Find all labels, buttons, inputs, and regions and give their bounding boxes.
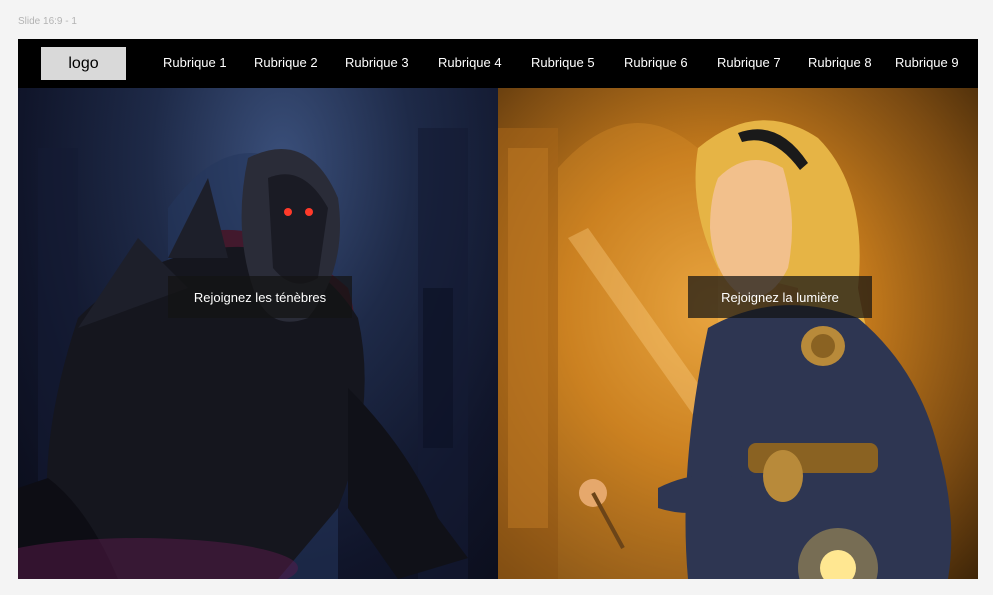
dark-warrior-illustration: [18, 128, 468, 579]
nav-item-rubrique-9[interactable]: Rubrique 9: [895, 55, 959, 70]
light-heroine-illustration: [498, 120, 952, 579]
nav-item-rubrique-5[interactable]: Rubrique 5: [531, 55, 595, 70]
join-light-button[interactable]: Rejoignez la lumière: [688, 276, 872, 318]
nav-item-rubrique-8[interactable]: Rubrique 8: [808, 55, 872, 70]
join-darkness-button[interactable]: Rejoignez les ténèbres: [168, 276, 352, 318]
nav-item-rubrique-3[interactable]: Rubrique 3: [345, 55, 409, 70]
dark-hero-image[interactable]: [18, 88, 498, 579]
slide-frame: logo Rubrique 1 Rubrique 2 Rubrique 3 Ru…: [18, 39, 978, 579]
nav-item-rubrique-4[interactable]: Rubrique 4: [438, 55, 502, 70]
frame-label: Slide 16:9 - 1: [18, 16, 77, 27]
light-hero-image[interactable]: [498, 88, 978, 579]
nav-item-rubrique-2[interactable]: Rubrique 2: [254, 55, 318, 70]
top-navigation: logo Rubrique 1 Rubrique 2 Rubrique 3 Ru…: [18, 39, 978, 88]
nav-item-rubrique-6[interactable]: Rubrique 6: [624, 55, 688, 70]
logo-button[interactable]: logo: [41, 47, 126, 80]
nav-item-rubrique-1[interactable]: Rubrique 1: [163, 55, 227, 70]
nav-item-rubrique-7[interactable]: Rubrique 7: [717, 55, 781, 70]
